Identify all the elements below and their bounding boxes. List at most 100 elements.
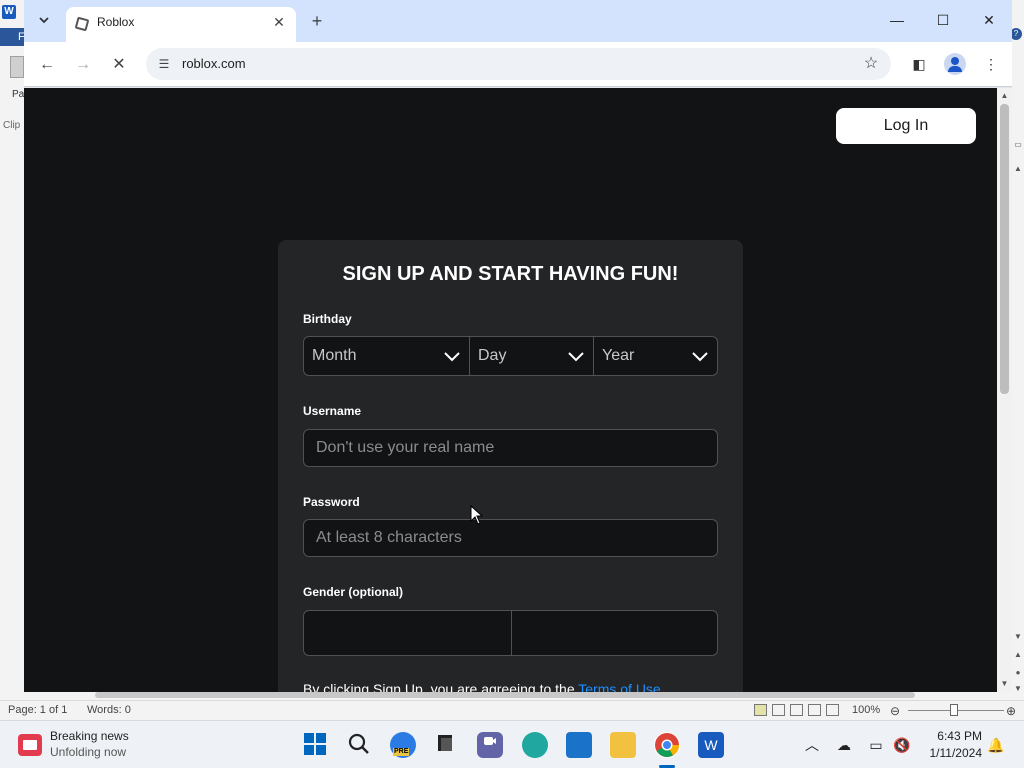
month-select[interactable]: Month xyxy=(304,337,469,375)
scroll-down-icon[interactable]: ▼ xyxy=(1012,632,1024,642)
tab-strip: Roblox ✕ + — ☐ ✕ xyxy=(24,0,1012,42)
volume-muted-icon[interactable]: 🔇 xyxy=(892,735,912,755)
page-count[interactable]: Page: 1 of 1 xyxy=(8,704,67,716)
profile-avatar-icon[interactable] xyxy=(944,53,966,75)
username-input[interactable]: Don't use your real name xyxy=(303,429,718,467)
paste-icon[interactable] xyxy=(10,56,24,78)
forward-icon[interactable]: → xyxy=(70,52,96,78)
site-info-icon[interactable]: ☰ xyxy=(156,56,172,72)
roblox-favicon-icon xyxy=(74,16,90,32)
notification-bell-icon[interactable]: 🔔 xyxy=(986,735,1006,755)
gender-label: Gender (optional) xyxy=(303,585,403,599)
signup-card: SIGN UP AND START HAVING FUN! Birthday M… xyxy=(278,240,743,692)
address-bar[interactable]: ☰ roblox.com ☆ xyxy=(146,48,891,80)
gender-option-female[interactable] xyxy=(304,611,511,655)
close-window-icon[interactable]: ✕ xyxy=(974,8,1004,32)
clock-date[interactable]: 1/11/2024 xyxy=(920,746,983,760)
zoom-slider-thumb[interactable] xyxy=(950,704,958,716)
close-tab-icon[interactable]: ✕ xyxy=(270,13,288,31)
word-right-strip: ▭ ▲ ▼ ▲ ● ▼ xyxy=(1012,40,1024,700)
year-select-value: Year xyxy=(602,347,635,364)
birthday-label: Birthday xyxy=(303,312,352,326)
horizontal-scrollbar[interactable] xyxy=(95,692,915,698)
day-select-value: Day xyxy=(478,347,507,364)
chevron-down-icon xyxy=(39,17,49,24)
bookmark-star-icon[interactable]: ☆ xyxy=(861,54,881,74)
more-menu-icon[interactable]: ⋮ xyxy=(980,53,1002,75)
word-left-strip: W F Pa Clip xyxy=(0,0,26,700)
url-text[interactable]: roblox.com xyxy=(182,56,246,71)
word-clipboard-label: Clip xyxy=(3,120,21,131)
word-status-bar: Page: 1 of 1 Words: 0 100% ⊖ ⊕ xyxy=(0,700,1024,720)
day-select[interactable]: Day xyxy=(469,337,593,375)
stop-loading-icon[interactable]: ✕ xyxy=(106,52,132,78)
ruler-toggle-icon[interactable]: ▭ xyxy=(1012,140,1024,150)
login-button[interactable]: Log In xyxy=(836,108,976,144)
chrome-icon[interactable] xyxy=(654,732,680,758)
tab-roblox[interactable]: Roblox ✕ xyxy=(66,7,296,42)
task-view-icon[interactable] xyxy=(432,732,458,758)
mouse-cursor-icon xyxy=(470,505,484,525)
windows-taskbar: Breaking news Unfolding now PRE W ︿ ☁ ▭ … xyxy=(0,720,1024,768)
read-mode-icon[interactable] xyxy=(772,704,785,716)
terms-of-use-link[interactable]: Terms of Use xyxy=(578,681,660,692)
signup-title: SIGN UP AND START HAVING FUN! xyxy=(342,263,679,285)
page-scrollbar[interactable]: ▲ ▼ xyxy=(997,88,1012,692)
store-icon[interactable] xyxy=(566,732,592,758)
side-panel-icon[interactable]: ◧ xyxy=(908,53,930,75)
password-label: Password xyxy=(303,495,360,509)
prev-page-icon[interactable]: ▲ xyxy=(1012,650,1024,660)
edge-icon[interactable] xyxy=(522,732,548,758)
outline-icon[interactable] xyxy=(808,704,821,716)
web-layout-icon[interactable] xyxy=(790,704,803,716)
password-input[interactable]: At least 8 characters xyxy=(303,519,718,557)
file-explorer-icon[interactable] xyxy=(610,732,636,758)
scroll-down-arrow-icon[interactable]: ▼ xyxy=(997,678,1012,690)
tab-search-button[interactable] xyxy=(32,8,56,32)
zoom-out-icon[interactable]: ⊖ xyxy=(890,704,900,718)
browser-toolbar: ← → ✕ ☰ roblox.com ☆ ◧ ⋮ xyxy=(24,42,1012,87)
new-tab-button[interactable]: + xyxy=(306,10,328,32)
terms-prefix: By clicking Sign Up, you are agreeing to… xyxy=(303,681,579,692)
word-count[interactable]: Words: 0 xyxy=(87,704,131,716)
scroll-up-icon[interactable]: ▲ xyxy=(1012,164,1024,174)
edge-preview-icon[interactable]: PRE xyxy=(390,732,416,758)
scroll-up-arrow-icon[interactable]: ▲ xyxy=(997,90,1012,102)
news-title[interactable]: Breaking news xyxy=(50,729,129,743)
minimize-icon[interactable]: — xyxy=(882,8,912,32)
chevron-up-icon[interactable]: ︿ xyxy=(802,735,822,755)
word-file-tab[interactable]: F xyxy=(0,28,26,46)
browse-object-icon[interactable]: ● xyxy=(1012,668,1024,678)
draft-icon[interactable] xyxy=(826,704,839,716)
chevron-down-icon xyxy=(568,352,584,362)
search-icon[interactable] xyxy=(346,732,372,758)
gender-selector xyxy=(303,610,718,656)
edge-preview-badge: PRE xyxy=(393,748,410,756)
news-subtitle[interactable]: Unfolding now xyxy=(50,745,126,759)
gender-option-male[interactable] xyxy=(510,611,718,655)
print-layout-icon[interactable] xyxy=(754,704,767,716)
zoom-in-icon[interactable]: ⊕ xyxy=(1006,704,1016,718)
word-paste-label: Pa xyxy=(12,89,25,100)
chevron-down-icon xyxy=(444,352,460,362)
network-icon[interactable]: ▭ xyxy=(866,735,886,755)
chevron-down-icon xyxy=(692,352,708,362)
scrollbar-thumb[interactable] xyxy=(1000,104,1009,394)
teams-icon[interactable] xyxy=(477,732,503,758)
maximize-icon[interactable]: ☐ xyxy=(928,8,958,32)
page-viewport: Log In SIGN UP AND START HAVING FUN! Bir… xyxy=(24,88,997,692)
next-page-icon[interactable]: ▼ xyxy=(1012,684,1024,694)
start-button-icon[interactable] xyxy=(302,732,328,758)
word-app-icon: W xyxy=(2,5,16,19)
terms-text: By clicking Sign Up, you are agreeing to… xyxy=(303,681,661,692)
onedrive-icon[interactable]: ☁ xyxy=(834,735,854,755)
username-label: Username xyxy=(303,404,362,418)
chrome-window: Roblox ✕ + — ☐ ✕ ← → ✕ ☰ roblox.com ☆ ◧ … xyxy=(24,0,1012,692)
tab-title: Roblox xyxy=(97,15,135,29)
clock-time[interactable]: 6:43 PM xyxy=(920,729,982,743)
news-widget-icon[interactable] xyxy=(18,734,42,756)
back-icon[interactable]: ← xyxy=(34,52,60,78)
zoom-level[interactable]: 100% xyxy=(852,704,880,716)
year-select[interactable]: Year xyxy=(593,337,717,375)
word-taskbar-icon[interactable]: W xyxy=(698,732,724,758)
